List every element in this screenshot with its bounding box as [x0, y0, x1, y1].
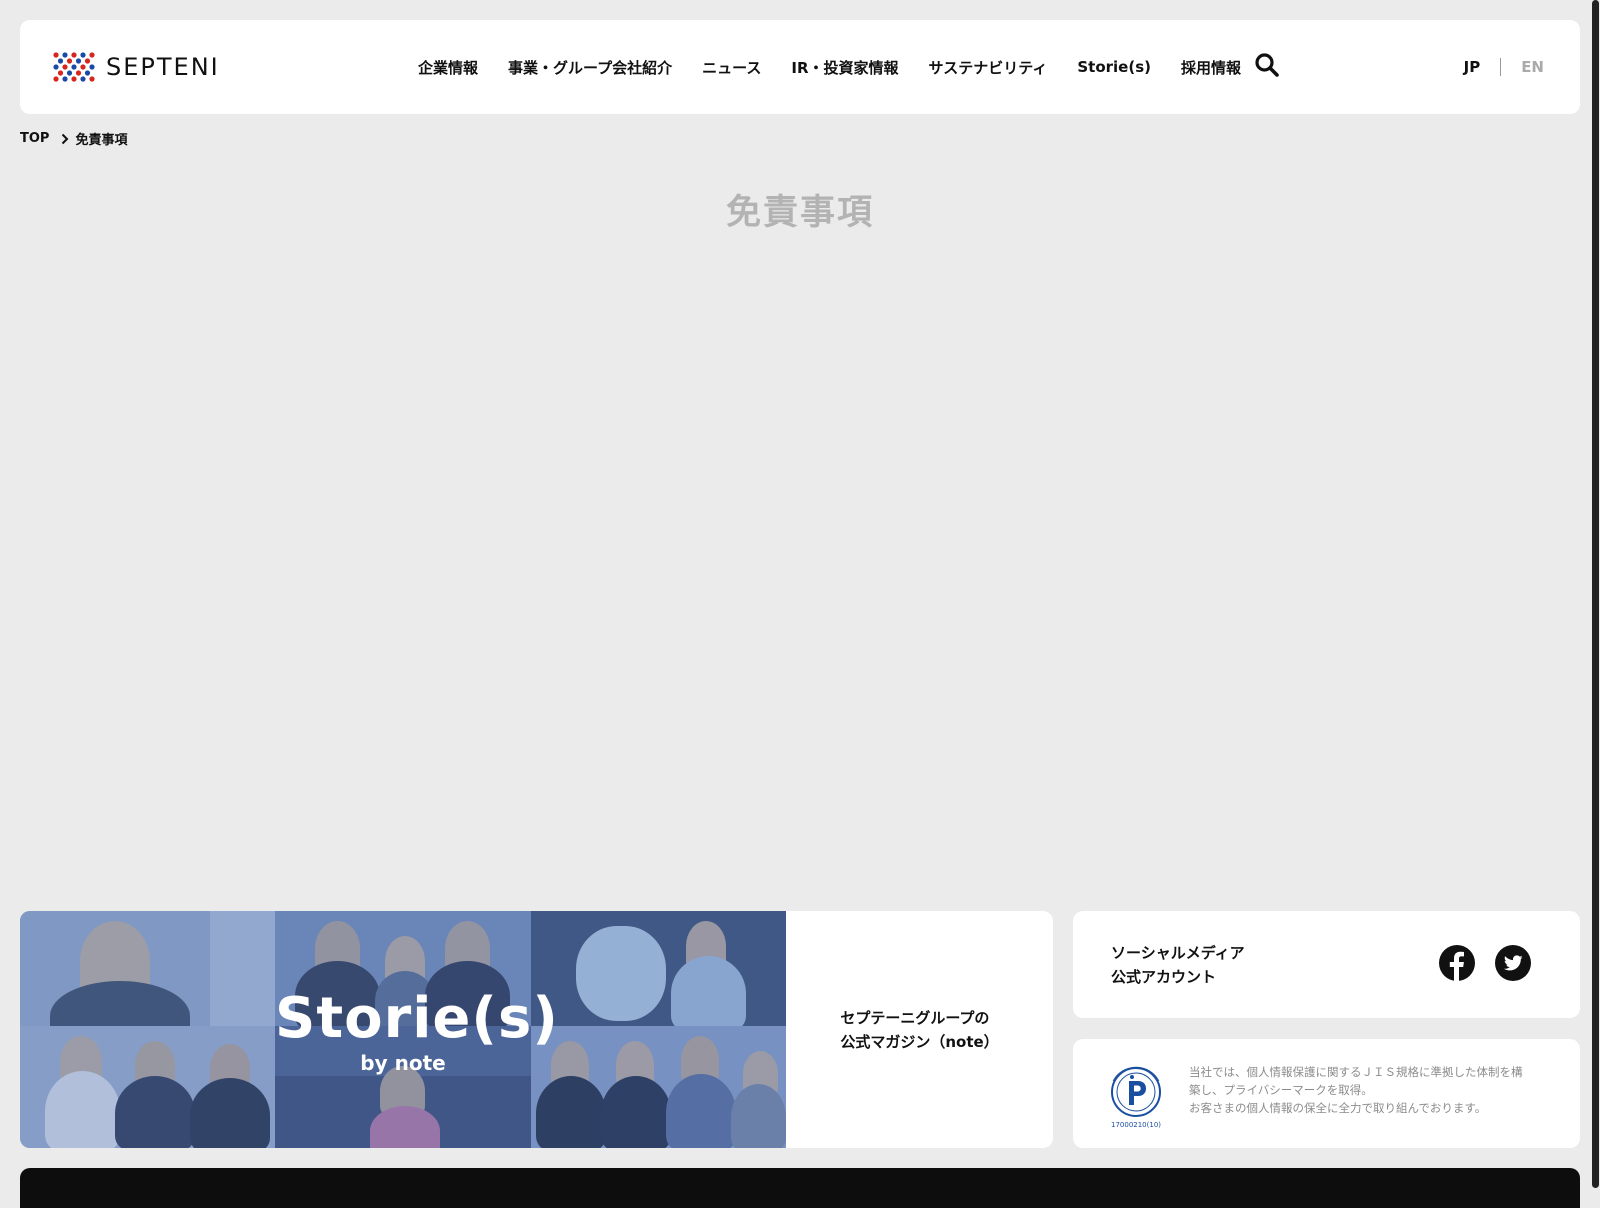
privacy-text-line: 築し、プライバシーマークを取得。 [1189, 1083, 1373, 1097]
search-icon[interactable] [1254, 52, 1280, 82]
breadcrumb-current: 免責事項 [75, 133, 128, 148]
nav-item-ir[interactable]: IR・投資家情報 [791, 57, 898, 78]
stories-logo-subtitle: by note [360, 1051, 446, 1075]
septeni-logo-mark-icon [53, 52, 95, 82]
privacy-mark-icon[interactable]: 17000210(10) [1105, 1061, 1167, 1129]
scrollbar-track[interactable] [1591, 0, 1600, 1200]
scrollbar-thumb[interactable] [1592, 0, 1599, 1188]
nav-item-business[interactable]: 事業・グループ会社紹介 [508, 57, 672, 78]
social-media-card: ソーシャルメディア 公式アカウント [1073, 911, 1580, 1018]
stories-banner-card[interactable]: Storie(s) by note セプテーニグループの 公式マガジン（note… [20, 911, 1053, 1148]
lang-divider [1500, 58, 1502, 76]
nav-item-company[interactable]: 企業情報 [418, 57, 478, 78]
stories-text-line: セプテーニグループの [840, 1008, 990, 1027]
language-switcher: JP EN [1464, 20, 1544, 114]
privacy-mark-card: 17000210(10) 当社では、個人情報保護に関するＪＩＳ規格に準拠した体制… [1073, 1039, 1580, 1148]
septeni-logo[interactable]: SEPTENI [52, 51, 220, 83]
main-nav: 企業情報 事業・グループ会社紹介 ニュース IR・投資家情報 サステナビリティ … [418, 20, 1271, 114]
nav-item-sustainability[interactable]: サステナビリティ [929, 57, 1048, 78]
stories-logo: Storie(s) by note [275, 986, 559, 1076]
nav-item-news[interactable]: ニュース [702, 57, 761, 78]
stories-text-panel: セプテーニグループの 公式マガジン（note） [786, 911, 1053, 1148]
social-title-line: ソーシャルメディア [1111, 944, 1245, 962]
breadcrumb: TOP 免責事項 [20, 129, 127, 148]
privacy-description: 当社では、個人情報保護に関するＪＩＳ規格に準拠した体制を構 築し、プライバシーマ… [1189, 1063, 1559, 1117]
logo-text: SEPTENI [106, 53, 220, 81]
stories-logo-title: Storie(s) [275, 986, 559, 1051]
privacy-mark-number: 17000210(10) [1111, 1121, 1161, 1129]
social-title: ソーシャルメディア 公式アカウント [1111, 941, 1245, 989]
nav-item-stories[interactable]: Storie(s) [1077, 58, 1151, 76]
facebook-icon[interactable] [1439, 945, 1475, 985]
chevron-right-icon [62, 133, 69, 144]
footer [20, 1168, 1580, 1208]
privacy-text-line: 当社では、個人情報保護に関するＪＩＳ規格に準拠した体制を構 [1189, 1065, 1523, 1079]
site-header: SEPTENI 企業情報 事業・グループ会社紹介 ニュース IR・投資家情報 サ… [20, 20, 1580, 114]
twitter-icon[interactable] [1495, 945, 1531, 985]
privacy-text-line: お客さまの個人情報の保全に全力で取り組んでおります。 [1189, 1101, 1487, 1115]
lang-jp-link[interactable]: JP [1464, 58, 1481, 76]
breadcrumb-top-link[interactable]: TOP [20, 131, 49, 146]
lang-en-link[interactable]: EN [1521, 58, 1544, 76]
stories-text-line: 公式マガジン（note） [840, 1032, 999, 1051]
stories-banner-image: Storie(s) by note [20, 911, 786, 1148]
social-title-line: 公式アカウント [1111, 968, 1217, 986]
nav-item-recruit[interactable]: 採用情報 [1181, 57, 1241, 78]
page-title: 免責事項 [725, 193, 874, 233]
